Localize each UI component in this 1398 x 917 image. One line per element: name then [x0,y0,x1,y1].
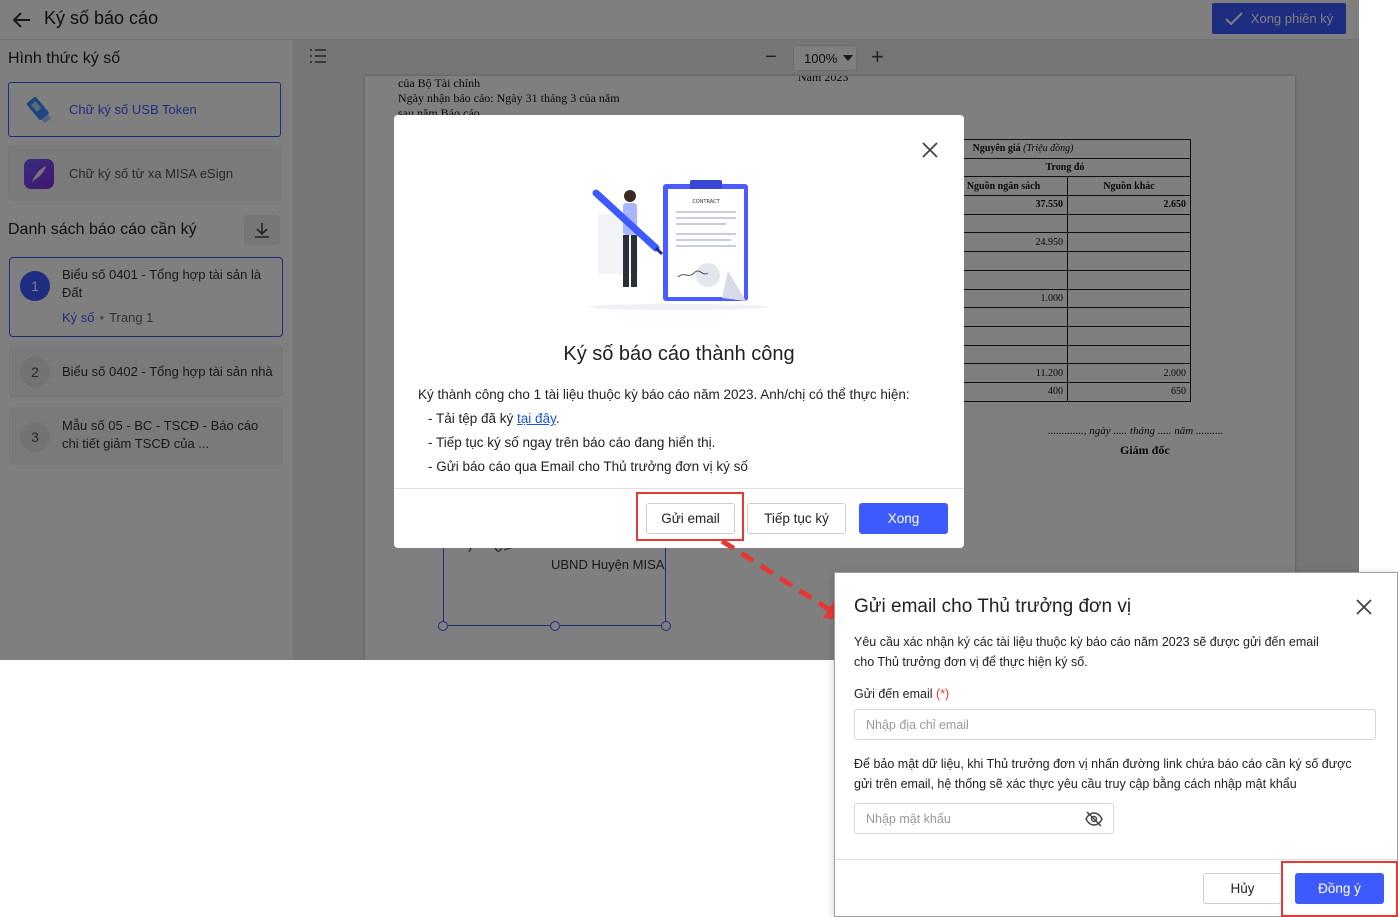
success-description: Ký thành công cho 1 tài liệu thuộc kỳ bá… [418,383,910,479]
email-desc-line: Yêu cầu xác nhận ký các tài liệu thuộc k… [854,635,1319,649]
continue-sign-button[interactable]: Tiếp tục ký [747,503,846,534]
email-label-text: Gửi đến email [854,687,933,701]
password-input[interactable] [855,804,1075,833]
close-icon[interactable] [1355,598,1373,616]
success-intro: Ký thành công cho 1 tài liệu thuộc kỳ bá… [418,387,910,402]
email-input[interactable] [854,709,1376,740]
highlight-send-email [636,492,744,541]
contract-illustration: CONTRACT [578,179,778,319]
success-dialog: CONTRACT Ký số báo cáo thành công Ký thà… [394,115,964,548]
download-here-link[interactable]: tại đây [517,411,556,426]
highlight-confirm [1281,861,1398,917]
security-line: Để bảo mật dữ liệu, khi Thủ trưởng đơn v… [854,757,1352,771]
cancel-button[interactable]: Hủy [1203,873,1282,904]
email-dialog-title: Gửi email cho Thủ trưởng đơn vị [854,596,1132,617]
email-dialog-description: Yêu cầu xác nhận ký các tài liệu thuộc k… [854,632,1359,672]
illustration-label: CONTRACT [692,199,720,205]
bullet-download: - Tải tệp đã ký tại đây. [418,407,910,431]
email-desc-line: cho Thủ trưởng đơn vị để thực hiện ký số… [854,655,1088,669]
bullet-download-text: - Tải tệp đã ký [428,411,518,426]
email-label: Gửi đến email (*) [854,687,949,701]
close-icon[interactable] [920,140,940,160]
security-line: gửi trên email, hệ thống sẽ xác thực yêu… [854,777,1297,791]
eye-off-icon[interactable] [1085,810,1103,828]
bullet-download-suffix: . [555,411,560,426]
password-field [854,803,1114,834]
bullet-continue: - Tiếp tục ký số ngay trên báo cáo đang … [428,435,716,450]
security-note: Để bảo mật dữ liệu, khi Thủ trưởng đơn v… [854,754,1374,794]
success-title: Ký số báo cáo thành công [563,343,795,365]
required-mark: (*) [936,687,950,701]
done-button[interactable]: Xong [859,503,948,534]
bullet-email: - Gửi báo cáo qua Email cho Thủ trưởng đ… [428,459,748,474]
